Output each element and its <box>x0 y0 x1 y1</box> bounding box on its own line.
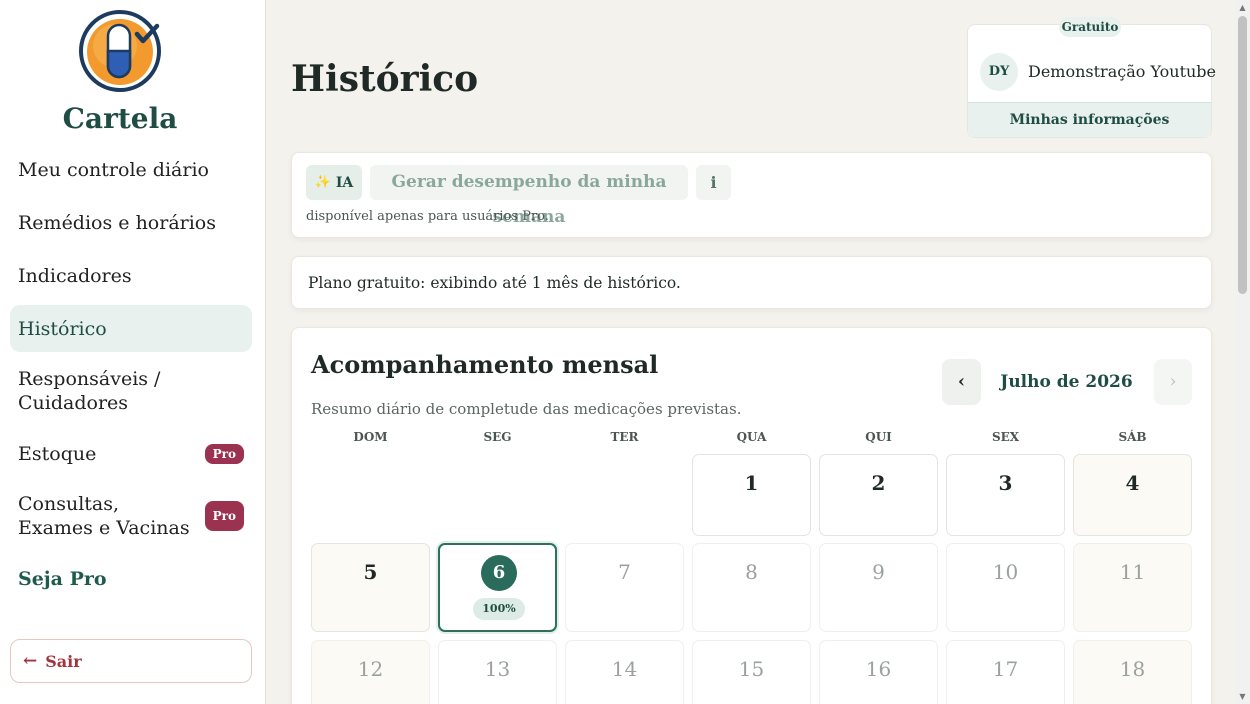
calendar-subtitle: Resumo diário de completude das medicaçõ… <box>311 400 742 418</box>
day-number: 10 <box>992 560 1019 584</box>
scroll-down-icon[interactable]: ▼ <box>1238 692 1247 701</box>
pro-badge: Pro <box>204 443 244 464</box>
calendar-day[interactable]: 18 <box>1073 640 1192 704</box>
info-button[interactable]: i <box>696 165 731 200</box>
sidebar-item-indicators[interactable]: Indicadores <box>10 252 252 299</box>
sidebar-item-label: Seja Pro <box>18 567 107 590</box>
calendar-day[interactable]: 16 <box>819 640 938 704</box>
completion-badge: 100% <box>473 598 525 620</box>
day-number: 11 <box>1119 560 1146 584</box>
sidebar-item-label: Estoque <box>18 442 97 465</box>
calendar-day[interactable]: 15 <box>692 640 811 704</box>
page-title: Histórico <box>291 58 479 100</box>
sidebar-item-go-pro[interactable]: Seja Pro <box>10 555 252 602</box>
sidebar-item-appointments[interactable]: Consultas, Exames e Vacinas Pro <box>10 483 252 549</box>
pro-badge: Pro <box>204 501 244 531</box>
day-number: 15 <box>738 657 765 681</box>
day-number: 16 <box>865 657 892 681</box>
brand-name: Cartela <box>62 102 178 135</box>
day-number: 12 <box>357 657 384 681</box>
day-number: 9 <box>872 560 885 584</box>
sidebar: Cartela Meu controle diário Remédios e h… <box>0 0 266 704</box>
weekday-header: TER <box>610 430 639 444</box>
day-number: 2 <box>871 471 886 495</box>
next-month-button[interactable]: › <box>1154 359 1192 405</box>
calendar-day[interactable]: 13 <box>438 640 557 704</box>
calendar-day[interactable]: 10 <box>946 543 1065 632</box>
weekday-header: SÁB <box>1118 430 1147 444</box>
calendar-day-today[interactable]: 6 100% <box>438 543 557 632</box>
generate-weekly-performance-button[interactable]: Gerar desempenho da minha semana <box>370 165 688 227</box>
day-number: 6 <box>481 555 517 591</box>
prev-month-button[interactable]: ‹ <box>942 359 981 405</box>
day-number: 13 <box>484 657 511 681</box>
scroll-up-icon[interactable]: ▲ <box>1238 3 1247 12</box>
sidebar-item-label: Responsáveis / Cuidadores <box>18 368 161 414</box>
calendar-day[interactable]: 14 <box>565 640 684 704</box>
day-number: 7 <box>618 560 631 584</box>
ai-note: disponível apenas para usuários Pro. <box>306 209 549 224</box>
monthly-calendar-card: Acompanhamento mensal Resumo diário de c… <box>291 327 1212 704</box>
day-number: 1 <box>744 471 759 495</box>
calendar-title: Acompanhamento mensal <box>311 350 659 379</box>
sparkle-icon: ✨ <box>314 175 331 190</box>
sidebar-item-medicines[interactable]: Remédios e horários <box>10 199 252 246</box>
scroll-thumb[interactable] <box>1238 16 1247 294</box>
logout-button[interactable]: ← Sair <box>10 639 252 683</box>
calendar-day[interactable]: 9 <box>819 543 938 632</box>
day-number: 5 <box>363 560 378 584</box>
calendar-day[interactable]: 7 <box>565 543 684 632</box>
calendar-day[interactable]: 12 <box>311 640 430 704</box>
user-name: Demonstração Youtube <box>1028 62 1217 81</box>
plan-notice: Plano gratuito: exibindo até 1 mês de hi… <box>308 274 681 292</box>
avatar: DY <box>980 53 1018 91</box>
sidebar-item-label: Indicadores <box>18 264 132 287</box>
my-info-button[interactable]: Minhas informações <box>968 102 1211 137</box>
weekday-header: QUI <box>865 430 892 444</box>
calendar-day[interactable]: 11 <box>1073 543 1192 632</box>
day-number: 3 <box>998 471 1013 495</box>
ai-badge-label: IA <box>335 174 354 191</box>
calendar-day[interactable]: 4 <box>1073 454 1192 536</box>
sidebar-item-history[interactable]: Histórico <box>10 305 252 352</box>
sidebar-item-label: Histórico <box>18 317 107 340</box>
calendar-day[interactable]: 17 <box>946 640 1065 704</box>
sidebar-nav: Meu controle diário Remédios e horários … <box>10 146 252 608</box>
arrow-left-icon: ← <box>23 651 38 671</box>
plan-badge: Gratuito <box>1059 17 1121 37</box>
sidebar-item-stock[interactable]: Estoque Pro <box>10 430 252 477</box>
ai-card: ✨ IA Gerar desempenho da minha semana i … <box>291 152 1212 238</box>
sidebar-item-label: Meu controle diário <box>18 158 209 181</box>
sidebar-item-daily-control[interactable]: Meu controle diário <box>10 146 252 193</box>
sidebar-item-caregivers[interactable]: Responsáveis / Cuidadores <box>10 358 252 424</box>
chevron-right-icon: › <box>1169 371 1177 392</box>
day-number: 14 <box>611 657 638 681</box>
logout-label: Sair <box>45 651 82 671</box>
day-number: 4 <box>1125 471 1140 495</box>
weekday-header: SEG <box>483 430 512 444</box>
ai-badge: ✨ IA <box>306 165 362 200</box>
calendar-day[interactable]: 5 <box>311 543 430 632</box>
day-number: 18 <box>1119 657 1146 681</box>
weekday-header: QUA <box>736 430 767 444</box>
calendar-day[interactable]: 8 <box>692 543 811 632</box>
month-label: Julho de 2026 <box>1000 372 1133 392</box>
sidebar-item-label: Remédios e horários <box>18 211 216 234</box>
plan-notice-card: Plano gratuito: exibindo até 1 mês de hi… <box>291 256 1212 309</box>
sidebar-item-label: Consultas, Exames e Vacinas <box>18 493 190 539</box>
calendar-day[interactable]: 3 <box>946 454 1065 536</box>
chevron-left-icon: ‹ <box>957 371 966 392</box>
calendar-day[interactable]: 1 <box>692 454 811 536</box>
user-card: Gratuito DY Demonstração Youtube Minhas … <box>967 17 1216 138</box>
day-number: 17 <box>992 657 1019 681</box>
day-number: 8 <box>745 560 758 584</box>
calendar-day[interactable]: 2 <box>819 454 938 536</box>
weekday-header: SEX <box>991 430 1020 444</box>
pill-check-icon <box>79 10 161 92</box>
weekday-header: DOM <box>353 430 388 444</box>
page-scrollbar[interactable]: ▲ ▼ <box>1235 0 1250 704</box>
